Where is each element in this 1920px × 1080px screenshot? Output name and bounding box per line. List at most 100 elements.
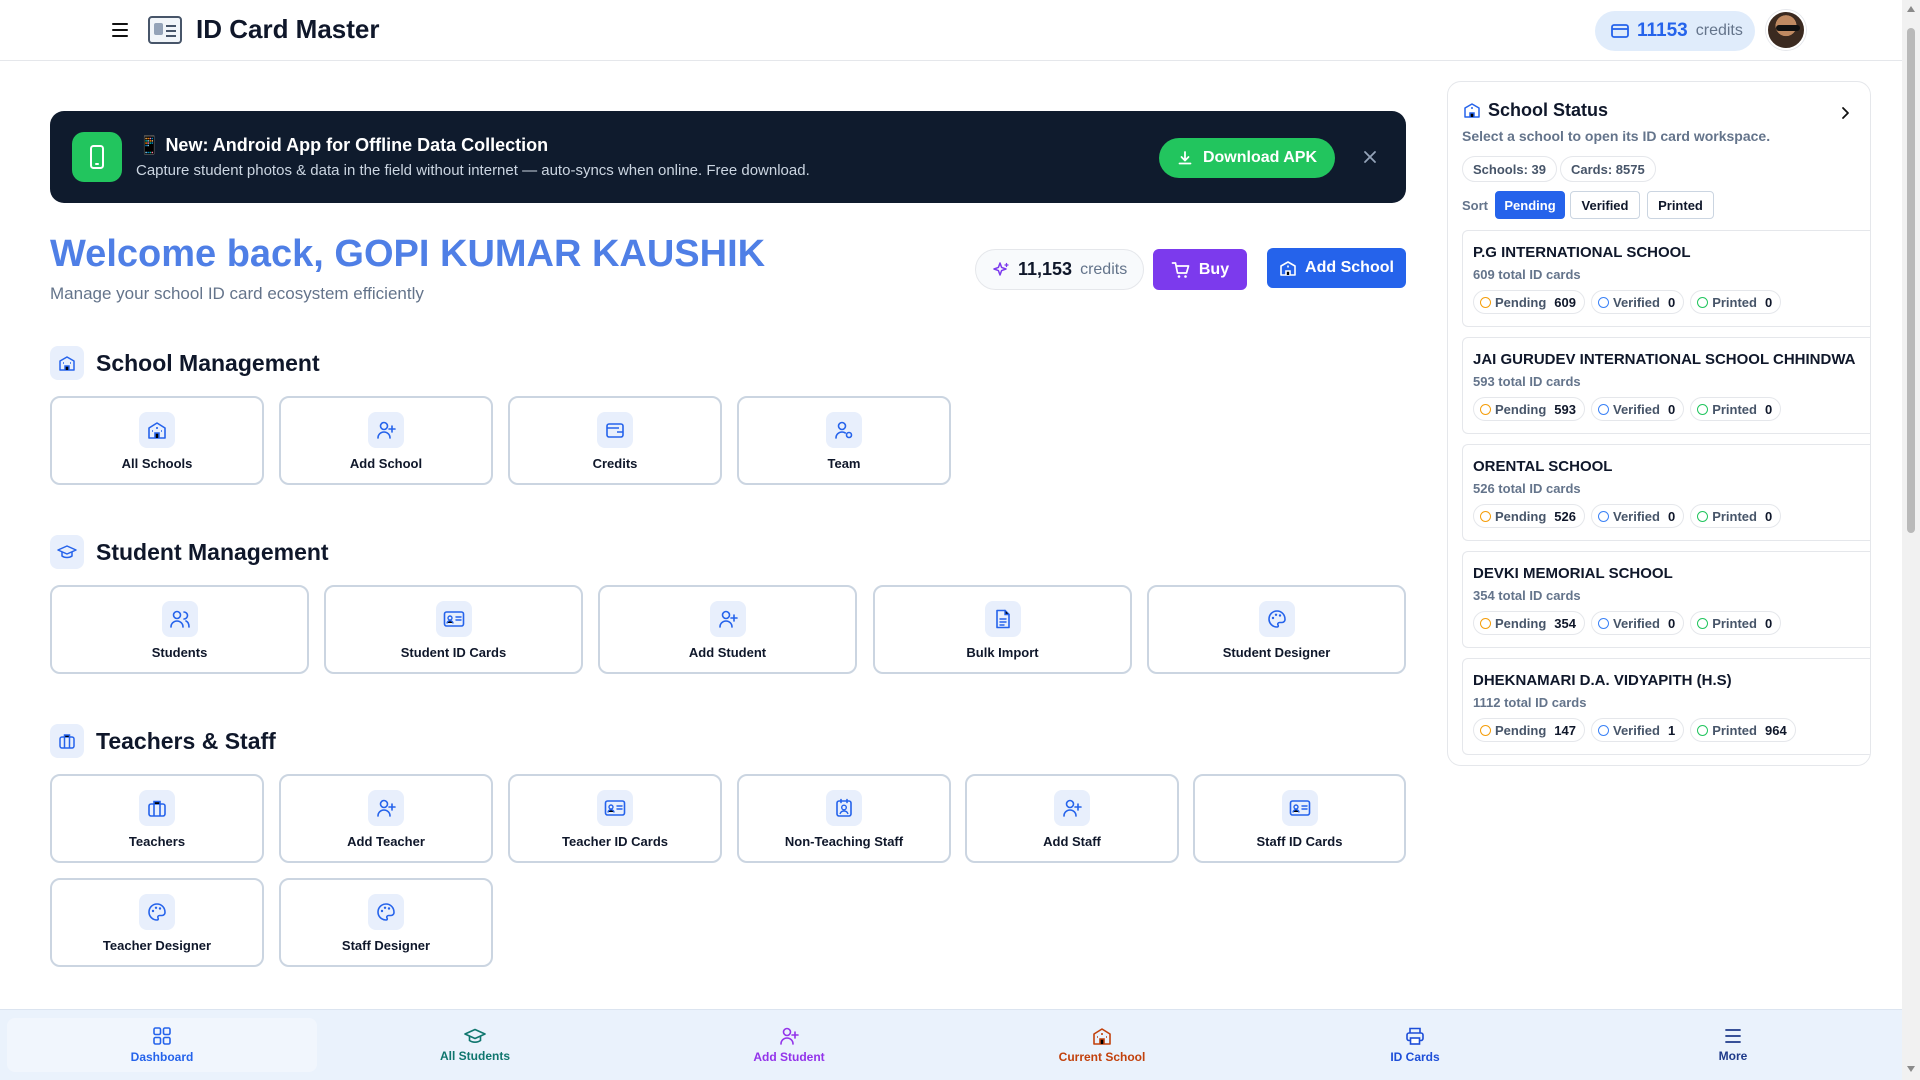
id-card-icon: [435, 601, 472, 637]
check-circle-icon: [1697, 403, 1709, 415]
tile-bulk-import[interactable]: Bulk Import: [873, 585, 1132, 674]
school-card[interactable]: DEVKI MEMORIAL SCHOOL 354 total ID cards…: [1462, 551, 1870, 648]
school-total: 593 total ID cards: [1473, 374, 1581, 389]
school-card[interactable]: DHEKNAMARI D.A. VIDYAPITH (H.S) 1112 tot…: [1462, 658, 1870, 755]
teachers-staff-header: Teachers & Staff: [50, 724, 276, 758]
page-scrollbar[interactable]: [1902, 0, 1920, 1080]
tile-label: Add School: [349, 456, 423, 471]
user-plus-icon: [779, 1026, 799, 1046]
school-status-panel: School Status Select a school to open it…: [1447, 81, 1871, 766]
sparkles-icon: [992, 261, 1010, 279]
tile-students[interactable]: Students: [50, 585, 309, 674]
header-credits-button[interactable]: 11153 credits: [1595, 11, 1755, 51]
school-card[interactable]: ORENTAL SCHOOL 526 total ID cards Pendin…: [1462, 444, 1870, 541]
credits-chip-label: credits: [1080, 260, 1128, 278]
user-plus-icon: [368, 790, 404, 826]
school-name: P.G INTERNATIONAL SCHOOL: [1473, 244, 1691, 261]
tile-label: Add Staff: [1043, 834, 1101, 849]
nav-more[interactable]: More: [1578, 1018, 1888, 1072]
tile-add-teacher[interactable]: Add Teacher: [279, 774, 493, 863]
bottom-navigation: Dashboard All Students Add Student Curre…: [0, 1009, 1902, 1080]
check-circle-icon: [1597, 510, 1609, 522]
app-logo-icon: [148, 16, 182, 44]
check-circle-icon: [1697, 296, 1709, 308]
tile-non-teaching-staff[interactable]: Non-Teaching Staff: [737, 774, 951, 863]
close-icon[interactable]: [1360, 147, 1380, 167]
nav-all-students[interactable]: All Students: [320, 1018, 630, 1072]
verified-badge: Verified 0: [1590, 290, 1685, 314]
school-card[interactable]: P.G INTERNATIONAL SCHOOL 609 total ID ca…: [1462, 230, 1870, 327]
download-icon: [1177, 150, 1193, 166]
user-gear-icon: [826, 412, 862, 448]
schools-count-chip: Schools: 39: [1462, 156, 1557, 182]
tile-label: Bulk Import: [966, 645, 1039, 660]
school-list: P.G INTERNATIONAL SCHOOL 609 total ID ca…: [1462, 230, 1870, 765]
user-plus-icon: [368, 412, 404, 448]
school-icon: [1463, 101, 1481, 119]
tile-label: Students: [151, 645, 208, 660]
nav-dashboard[interactable]: Dashboard: [7, 1018, 317, 1072]
verified-badge: Verified 1: [1590, 718, 1685, 742]
school-icon: [1092, 1026, 1112, 1046]
school-icon: [139, 412, 175, 448]
id-card-icon: [1281, 790, 1318, 826]
check-circle-icon: [1597, 403, 1609, 415]
download-apk-button[interactable]: Download APK: [1159, 138, 1335, 178]
top-header: ID Card Master 11153 credits: [0, 0, 1902, 61]
tile-label: Credits: [592, 456, 638, 471]
phone-emoji-icon: 📱: [138, 135, 161, 155]
tile-teacher-designer[interactable]: Teacher Designer: [50, 878, 264, 967]
school-status-title: School Status: [1488, 100, 1609, 120]
scroll-up-arrow-icon[interactable]: [1907, 6, 1915, 12]
user-avatar[interactable]: [1766, 10, 1806, 50]
grid-icon: [152, 1026, 172, 1046]
graduation-cap-icon: [464, 1027, 486, 1045]
section-title: Teachers & Staff: [96, 727, 276, 754]
tile-student-designer[interactable]: Student Designer: [1147, 585, 1406, 674]
tile-student-id-cards[interactable]: Student ID Cards: [324, 585, 583, 674]
header-credits-value: 11153: [1637, 20, 1688, 41]
welcome-title: Welcome back, GOPI KUMAR KAUSHIK: [50, 233, 766, 275]
nav-label: More: [1718, 1049, 1748, 1063]
tile-teachers[interactable]: Teachers: [50, 774, 264, 863]
wallet-icon: [597, 412, 633, 448]
tile-teacher-id-cards[interactable]: Teacher ID Cards: [508, 774, 722, 863]
student-management-header: Student Management: [50, 535, 329, 569]
tile-add-school[interactable]: Add School: [279, 396, 493, 485]
user-plus-icon: [709, 601, 746, 637]
scroll-down-arrow-icon[interactable]: [1907, 1066, 1915, 1072]
add-school-button[interactable]: Add School: [1267, 248, 1406, 288]
banner-subtitle: Capture student photos & data in the fie…: [136, 162, 810, 179]
clock-icon: [1480, 403, 1491, 415]
buy-button[interactable]: Buy: [1153, 249, 1247, 290]
sort-printed-button[interactable]: Printed: [1647, 191, 1714, 219]
school-total: 354 total ID cards: [1473, 588, 1581, 603]
credits-chip-value: 11,153: [1018, 259, 1073, 279]
tile-staff-designer[interactable]: Staff Designer: [279, 878, 493, 967]
tile-staff-id-cards[interactable]: Staff ID Cards: [1193, 774, 1406, 863]
credit-card-icon: [1611, 23, 1629, 39]
school-card[interactable]: JAI GURUDEV INTERNATIONAL SCHOOL CHHINDW…: [1462, 337, 1870, 434]
school-status-subtitle: Select a school to open its ID card work…: [1462, 128, 1771, 144]
chevron-right-icon[interactable]: [1836, 104, 1854, 122]
nav-current-school[interactable]: Current School: [947, 1018, 1257, 1072]
tile-label: Teachers: [128, 834, 186, 849]
briefcase-icon: [139, 790, 175, 826]
tile-all-schools[interactable]: All Schools: [50, 396, 264, 485]
banner-title: 📱 New: Android App for Offline Data Coll…: [138, 135, 548, 156]
cards-count-chip: Cards: 8575: [1560, 156, 1656, 182]
tile-credits[interactable]: Credits: [508, 396, 722, 485]
section-title: School Management: [96, 349, 320, 376]
nav-add-student[interactable]: Add Student: [634, 1018, 944, 1072]
contact-badge-icon: [826, 790, 862, 826]
nav-id-cards[interactable]: ID Cards: [1260, 1018, 1570, 1072]
banner-title-text: New: Android App for Offline Data Collec…: [165, 135, 549, 155]
tile-add-staff[interactable]: Add Staff: [965, 774, 1179, 863]
sort-pending-button[interactable]: Pending: [1495, 191, 1565, 219]
menu-icon[interactable]: [110, 20, 132, 40]
sort-verified-button[interactable]: Verified: [1570, 191, 1640, 219]
tile-team[interactable]: Team: [737, 396, 951, 485]
tile-add-student[interactable]: Add Student: [598, 585, 857, 674]
scroll-thumb[interactable]: [1907, 28, 1915, 533]
school-total: 1112 total ID cards: [1473, 695, 1587, 710]
